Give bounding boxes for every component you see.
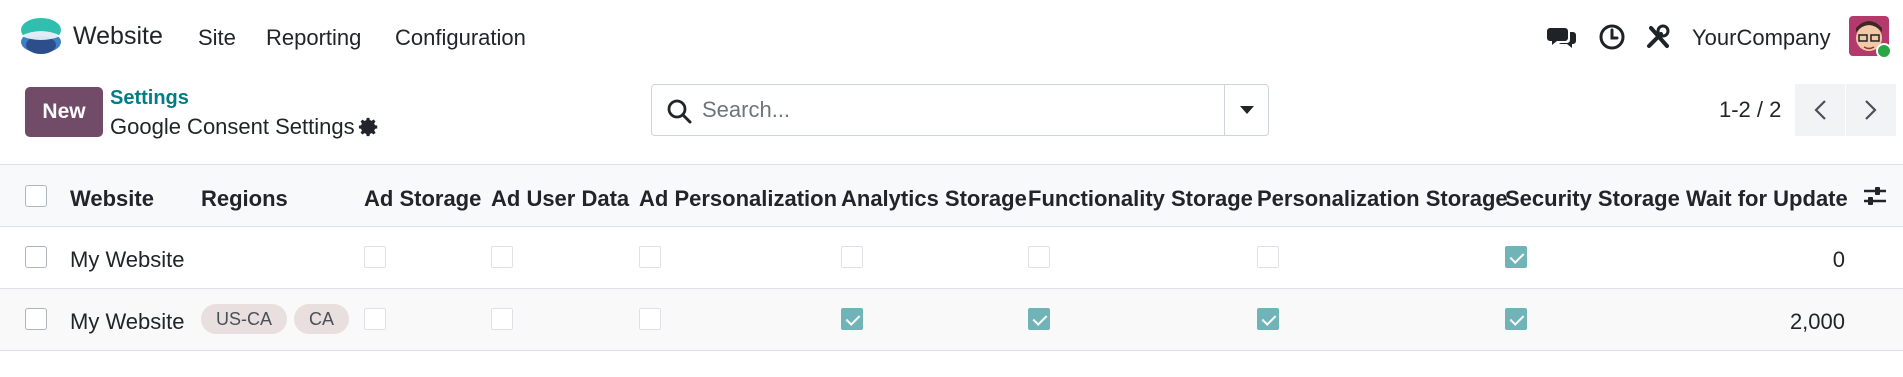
cell-ad-personalization-checkbox [639,246,661,268]
column-header-analytics-storage[interactable]: Analytics Storage [841,186,1027,212]
activity-clock-icon[interactable] [1597,22,1627,52]
column-header-wait-for-update[interactable]: Wait for Update [1686,186,1848,212]
debug-tools-icon[interactable] [1643,22,1673,52]
cell-ad-storage-checkbox [364,246,386,268]
chevron-left-icon [1814,100,1826,120]
optional-columns-icon[interactable] [1862,183,1888,209]
app-name[interactable]: Website [73,22,163,51]
pager-next-button[interactable] [1846,84,1896,136]
cell-personalization-storage-checkbox [1257,308,1279,330]
cell-website[interactable]: My Website [70,309,185,335]
breadcrumb-settings[interactable]: Settings [110,87,189,110]
cell-analytics-storage-checkbox [841,308,863,330]
menu-configuration[interactable]: Configuration [395,25,526,51]
top-navbar: Website Site Reporting Configuration You… [0,0,1903,74]
website-app-logo-icon[interactable] [20,16,62,58]
new-button[interactable]: New [25,87,103,137]
menu-reporting[interactable]: Reporting [266,25,361,51]
cell-ad-personalization-checkbox [639,308,661,330]
search-icon [667,99,692,124]
cell-ad-storage-checkbox [364,308,386,330]
region-tag: CA [294,304,350,334]
cell-security-storage-checkbox [1505,308,1527,330]
column-header-website[interactable]: Website [70,186,154,212]
cell-website[interactable]: My Website [70,247,185,273]
select-all-checkbox[interactable] [25,185,47,207]
column-header-ad-user-data[interactable]: Ad User Data [491,186,629,212]
column-header-ad-storage[interactable]: Ad Storage [364,186,481,212]
pager-value[interactable]: 1-2 / 2 [1719,97,1781,123]
company-switcher[interactable]: YourCompany [1692,25,1831,51]
cell-ad-user-data-checkbox [491,246,513,268]
search-options-toggle[interactable] [1225,85,1269,135]
search-input[interactable] [702,95,1222,125]
caret-down-icon [1240,106,1254,114]
column-header-functionality-storage[interactable]: Functionality Storage [1028,186,1253,212]
column-header-ad-personalization[interactable]: Ad Personalization [639,186,837,212]
column-header-personalization-storage[interactable]: Personalization Storage [1257,186,1508,212]
cell-security-storage-checkbox [1505,246,1527,268]
region-tag: US-CA [201,304,288,334]
cell-ad-user-data-checkbox [491,308,513,330]
table-row[interactable]: My Website 0 [0,227,1903,289]
table-header: Website Regions Ad Storage Ad User Data … [0,165,1903,227]
online-status-indicator [1876,43,1892,59]
page-title: Google Consent Settings [110,114,355,139]
cell-analytics-storage-checkbox [841,246,863,268]
column-header-regions[interactable]: Regions [201,186,288,212]
search-bar [651,84,1269,136]
row-select-checkbox[interactable] [25,246,47,268]
cell-functionality-storage-checkbox [1028,246,1050,268]
gear-icon[interactable] [358,116,380,138]
chevron-right-icon [1865,100,1877,120]
cell-personalization-storage-checkbox [1257,246,1279,268]
chat-icon[interactable] [1547,22,1577,52]
row-select-checkbox[interactable] [25,308,47,330]
cell-wait-for-update[interactable]: 0 [1725,247,1845,273]
cell-wait-for-update[interactable]: 2,000 [1725,309,1845,335]
pager-previous-button[interactable] [1795,84,1845,136]
menu-site[interactable]: Site [198,25,236,51]
column-header-security-storage[interactable]: Security Storage [1505,186,1680,212]
cell-functionality-storage-checkbox [1028,308,1050,330]
table-row[interactable]: My Website US-CA CA 2,000 [0,289,1903,351]
